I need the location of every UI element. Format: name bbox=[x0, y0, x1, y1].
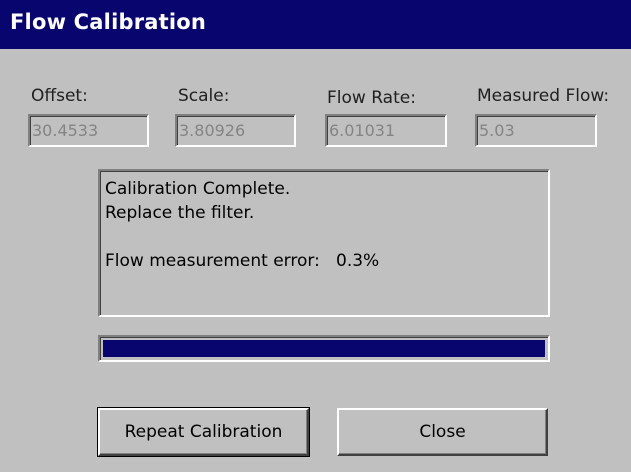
progress-fill bbox=[103, 340, 545, 357]
title-bar: Flow Calibration bbox=[0, 0, 631, 49]
flow-calibration-window: Flow Calibration Offset: Scale: Flow Rat… bbox=[0, 0, 631, 472]
message-line-4: Flow measurement error: 0.3% bbox=[105, 251, 380, 271]
measured-flow-field: 5.03 bbox=[475, 114, 597, 147]
repeat-calibration-button[interactable]: Repeat Calibration bbox=[97, 407, 310, 457]
offset-label: Offset: bbox=[31, 86, 88, 106]
flow-rate-label: Flow Rate: bbox=[327, 88, 416, 108]
message-line-2: Replace the filter. bbox=[105, 203, 255, 223]
calibration-progress-bar bbox=[98, 335, 550, 362]
flow-rate-field: 6.01031 bbox=[325, 114, 447, 147]
scale-label: Scale: bbox=[178, 86, 230, 106]
measured-flow-label: Measured Flow: bbox=[477, 86, 610, 106]
message-line-3 bbox=[105, 225, 548, 249]
calibration-message-box: Calibration Complete. Replace the filter… bbox=[98, 169, 550, 317]
window-title: Flow Calibration bbox=[10, 10, 207, 34]
scale-field: 3.80926 bbox=[175, 114, 296, 147]
offset-field: 30.4533 bbox=[28, 114, 149, 147]
close-button[interactable]: Close bbox=[337, 408, 548, 456]
message-line-1: Calibration Complete. bbox=[105, 179, 291, 199]
